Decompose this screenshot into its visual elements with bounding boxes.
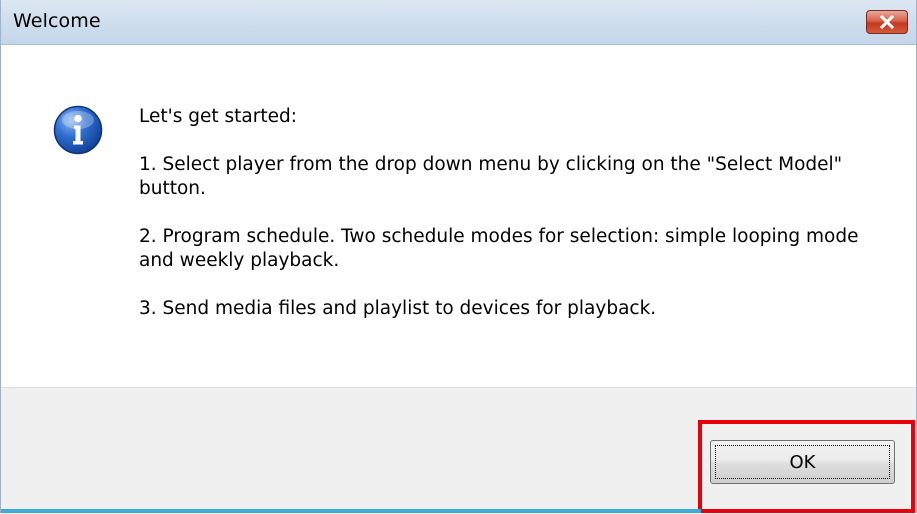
close-icon [879,15,895,29]
title-bar[interactable]: Welcome [1,0,916,45]
bottom-edge-strip [1,509,701,513]
step-3-text: 3. Send media files and playlist to devi… [139,298,657,319]
info-icon [53,105,103,155]
message-heading: Let's get started: [139,106,297,127]
window-title: Welcome [13,10,101,32]
welcome-dialog: Welcome Let's get started: 1. Select pla… [0,0,917,514]
dialog-content: Let's get started: 1. Select player from… [1,45,916,387]
step-1-text: 1. Select player from the drop down menu… [139,154,843,199]
ok-button[interactable]: OK [710,440,895,484]
welcome-message: Let's get started: 1. Select player from… [139,105,859,321]
close-button[interactable] [866,10,908,34]
ok-button-label: OK [715,445,890,479]
step-2-text: 2. Program schedule. Two schedule modes … [139,226,859,271]
